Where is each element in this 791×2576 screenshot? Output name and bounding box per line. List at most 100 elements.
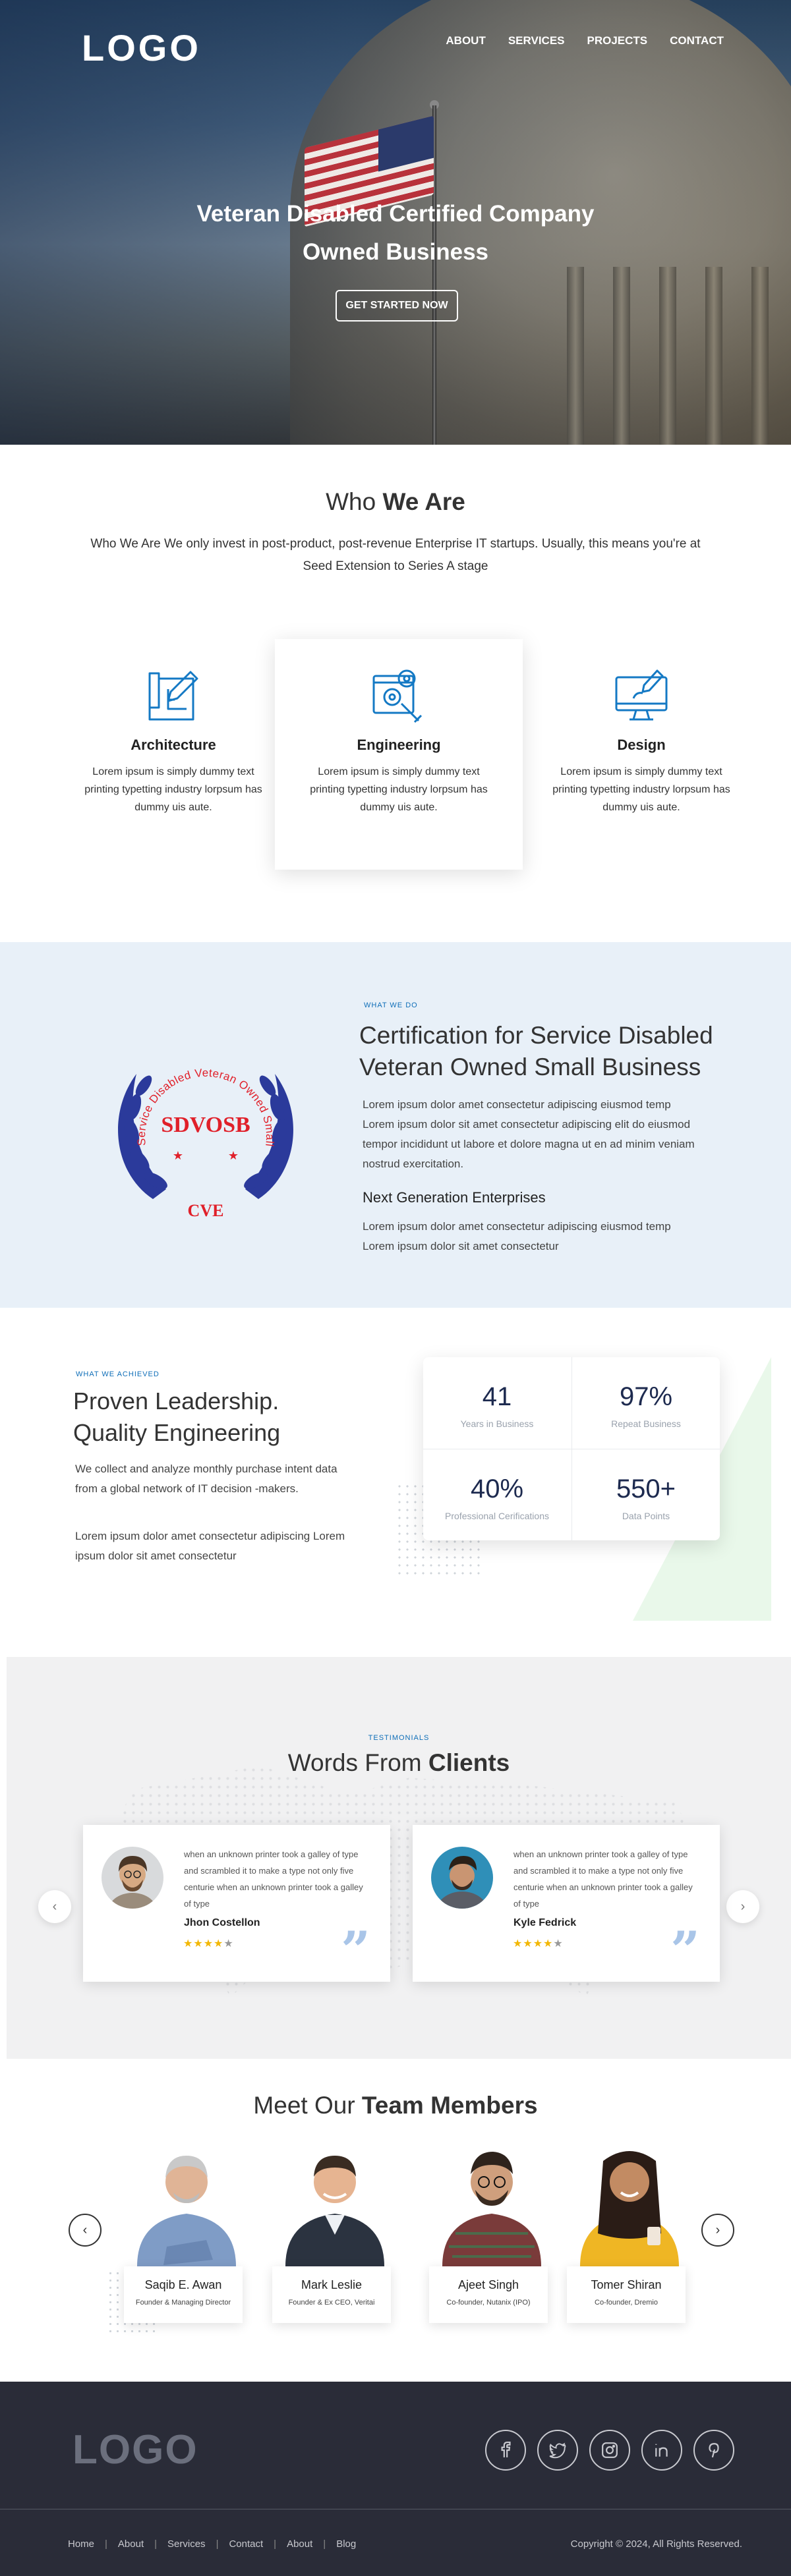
card-title: Architecture (131, 737, 216, 753)
footer-link-contact[interactable]: Contact (229, 2538, 263, 2550)
card-text: Lorem ipsum is simply dummy text printin… (310, 766, 488, 813)
section-title: Who We Are (326, 488, 465, 515)
svg-text:SDVOSB: SDVOSB (161, 1113, 250, 1137)
leadership-title: Proven Leadership. Quality Engineering (73, 1387, 281, 1446)
service-card-engineering[interactable]: Engineering Lorem ipsum is simply dummy … (275, 639, 523, 870)
testimonial-text: when an unknown printer took a galley of… (513, 1849, 693, 1909)
member-role: Co-founder, Nutanix (IPO) (446, 2299, 531, 2307)
member-name: Tomer Shiran (591, 2278, 662, 2291)
leadership-paragraph: We collect and analyze monthly purchase … (75, 1463, 337, 1495)
member-role: Co-founder, Dremio (595, 2299, 658, 2307)
testimonial-name: Jhon Costellon (184, 1917, 260, 1928)
testimonial-text: when an unknown printer took a galley of… (184, 1849, 363, 1909)
monitor-brush-icon (611, 667, 672, 727)
header-logo[interactable]: LOGO (82, 26, 201, 69)
who-we-are-section: Who We Are Who We Are We only invest in … (0, 445, 791, 942)
team-section: Meet Our Team Members ‹ › Saqib E. Awan … (0, 2059, 791, 2382)
avatar (102, 1847, 163, 1909)
hero-section: LOGO ABOUT SERVICES PROJECTS CONTACT Vet… (0, 0, 791, 445)
blueprint-icon (143, 667, 204, 727)
copyright-text: Copyright © 2024, All Rights Reserved. (570, 2538, 742, 2550)
nav-services[interactable]: SERVICES (508, 34, 565, 47)
leadership-section: WHAT WE ACHIEVED Proven Leadership. Qual… (0, 1308, 791, 1657)
site-footer: LOGO Home | About | Services | Contact | Abo… (0, 2382, 791, 2576)
section-title: Meet Our Team Members (253, 2092, 538, 2119)
member-name: Saqib E. Awan (144, 2278, 222, 2291)
member-nameplate: Mark Leslie Founder & Ex CEO, Veritai (272, 2266, 391, 2323)
sdvosb-seal-logo: Service Disabled Veteran Owned Small Bus… (100, 1028, 293, 1220)
eyebrow-label: WHAT WE ACHIEVED (76, 1370, 160, 1378)
member-nameplate: Tomer Shiran Co-founder, Dremio (567, 2266, 686, 2323)
get-started-button[interactable]: GET STARTED NOW (336, 290, 458, 322)
testimonial-prev-button[interactable]: ‹ (38, 1890, 71, 1923)
nav-projects[interactable]: PROJECTS (587, 34, 648, 47)
service-card-design[interactable]: Design Lorem ipsum is simply dummy text … (517, 639, 765, 870)
member-name: Ajeet Singh (457, 2278, 519, 2291)
member-name: Mark Leslie (301, 2278, 363, 2291)
svg-text:CVE: CVE (188, 1201, 224, 1220)
member-photo (137, 2156, 236, 2266)
card-title: Engineering (357, 737, 441, 753)
card-text: Lorem ipsum is simply dummy text printin… (552, 766, 730, 813)
certification-section: Service Disabled Veteran Owned Small Bus… (0, 942, 791, 1308)
cert-subtitle: Next Generation Enterprises (363, 1189, 546, 1206)
social-links (485, 2430, 734, 2471)
service-card-architecture[interactable]: Architecture Lorem ipsum is simply dummy… (49, 639, 297, 870)
footer-links: Home | About | Services | Contact | About | B… (68, 2538, 357, 2550)
star-rating: ★★★★★ (513, 1938, 564, 1949)
who-lead-text: Who We Are We only invest in post-produc… (90, 537, 701, 573)
eyebrow-label: WHAT WE DO (364, 1001, 418, 1009)
team-member-card[interactable]: Ajeet Singh Co-founder, Nutanix (IPO) (429, 2141, 554, 2323)
testimonial-next-button[interactable]: › (726, 1890, 759, 1923)
stat-data-points: 550+ Data Points (616, 1474, 676, 1521)
member-role: Founder & Managing Director (135, 2299, 231, 2307)
footer-logo[interactable]: LOGO (73, 2426, 198, 2473)
member-photo (580, 2151, 679, 2266)
stats-card: 41 Years in Business 97% Repeat Business 4… (423, 1357, 720, 1540)
stat-years: 41 Years in Business (460, 1382, 534, 1429)
linkedin-icon[interactable] (641, 2430, 682, 2471)
nav-about[interactable]: ABOUT (446, 34, 485, 47)
footer-link-home[interactable]: Home (68, 2538, 94, 2550)
footer-link-about[interactable]: About (118, 2538, 144, 2550)
team-member-card[interactable]: Tomer Shiran Co-founder, Dremio (567, 2141, 692, 2323)
member-role: Founder & Ex CEO, Veritai (288, 2299, 375, 2307)
card-text: Lorem ipsum is simply dummy text printin… (84, 766, 262, 813)
eyebrow-label: TESTIMONIALS (368, 1734, 430, 1742)
pinterest-icon[interactable] (693, 2430, 734, 2471)
quote-icon: ” (341, 1920, 370, 1980)
member-nameplate: Ajeet Singh Co-founder, Nutanix (IPO) (429, 2266, 548, 2323)
stat-repeat: 97% Repeat Business (611, 1382, 681, 1429)
main-nav: ABOUT SERVICES PROJECTS CONTACT (446, 34, 724, 47)
leadership-paragraph-2: Lorem ipsum dolor amet consectetur adipi… (75, 1530, 345, 1562)
svg-text:★: ★ (173, 1149, 183, 1162)
instagram-icon[interactable] (589, 2430, 630, 2471)
team-next-button[interactable]: › (701, 2214, 734, 2247)
quote-icon: ” (670, 1920, 700, 1980)
member-nameplate: Saqib E. Awan Founder & Managing Directo… (124, 2266, 243, 2323)
testimonial-name: Kyle Fedrick (513, 1917, 577, 1928)
member-photo (285, 2156, 384, 2266)
nav-contact[interactable]: CONTACT (670, 34, 724, 47)
footer-link-about-2[interactable]: About (287, 2538, 312, 2550)
footer-link-blog[interactable]: Blog (336, 2538, 356, 2550)
avatar (431, 1847, 493, 1909)
testimonial-card: when an unknown printer took a galley of… (83, 1825, 390, 1982)
footer-link-services[interactable]: Services (167, 2538, 206, 2550)
cert-paragraph: Lorem ipsum dolor amet consectetur adipi… (363, 1098, 695, 1170)
team-prev-button[interactable]: ‹ (69, 2214, 102, 2247)
testimonials-section: TESTIMONIALS Words From Clients ‹ › when… (7, 1657, 791, 2059)
stat-certifications: 40% Professional Cerifications (445, 1474, 549, 1521)
testimonial-card: when an unknown printer took a galley of… (413, 1825, 720, 1982)
card-title: Design (617, 737, 666, 753)
hero-title: Veteran Disabled Certified Company Owned… (196, 201, 595, 265)
section-title: Words From Clients (287, 1749, 510, 1776)
twitter-icon[interactable] (537, 2430, 578, 2471)
cert-paragraph-2: Lorem ipsum dolor amet consectetur adipi… (363, 1220, 671, 1252)
team-member-card[interactable]: Saqib E. Awan Founder & Managing Directo… (124, 2141, 249, 2323)
svg-text:★: ★ (228, 1149, 239, 1162)
facebook-icon[interactable] (485, 2430, 526, 2471)
gears-wrench-icon (368, 667, 429, 727)
team-member-card[interactable]: Mark Leslie Founder & Ex CEO, Veritai (272, 2141, 397, 2323)
star-rating: ★★★★★ (183, 1938, 234, 1949)
